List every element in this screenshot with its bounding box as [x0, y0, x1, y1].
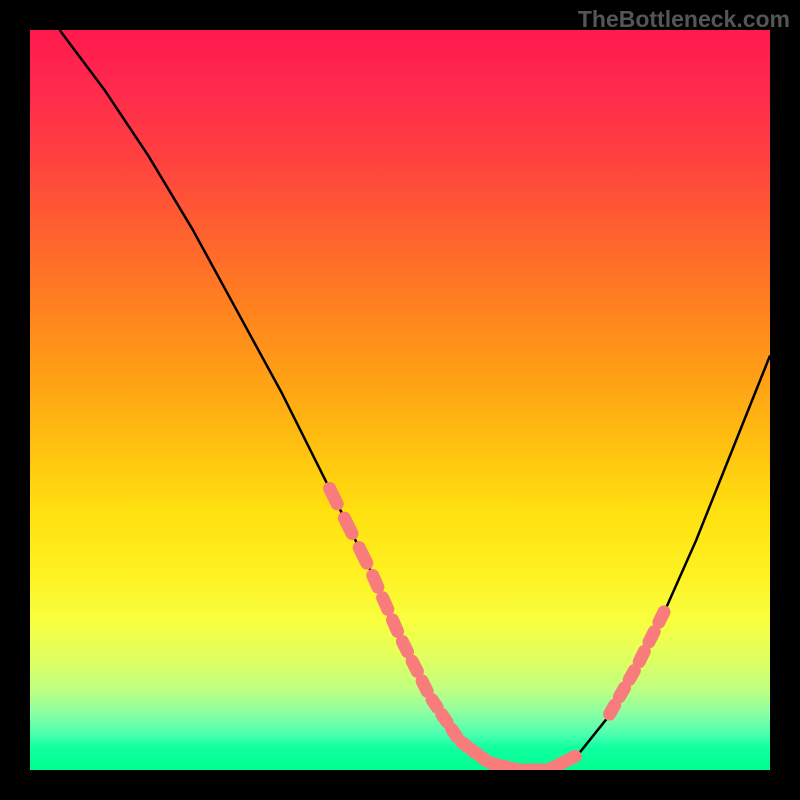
highlight-dash: [610, 705, 615, 714]
chart-svg: [30, 30, 770, 770]
chart-container: TheBottleneck.com: [0, 0, 800, 800]
watermark-text: TheBottleneck.com: [578, 6, 790, 33]
highlight-dash: [639, 651, 644, 661]
highlight-dash: [432, 700, 437, 708]
highlight-dash: [422, 681, 427, 691]
highlight-dash: [442, 714, 447, 722]
highlight-dash: [619, 688, 624, 697]
highlight-dash: [471, 750, 476, 754]
highlight-dash: [383, 598, 388, 610]
highlight-dash: [659, 612, 664, 622]
highlight-dash: [330, 489, 338, 504]
plot-area: [30, 30, 770, 770]
highlight-dash: [629, 671, 634, 680]
highlight-dash: [570, 756, 575, 759]
highlight-dash: [359, 548, 367, 563]
highlight-dash: [412, 661, 417, 671]
highlight-dash: [462, 742, 467, 746]
highlight-dash: [649, 632, 654, 642]
highlight-dash: [393, 620, 398, 632]
highlight-dash: [402, 642, 407, 652]
highlight-dash: [373, 576, 378, 588]
highlight-dash: [452, 729, 457, 737]
highlight-dash: [344, 518, 352, 533]
